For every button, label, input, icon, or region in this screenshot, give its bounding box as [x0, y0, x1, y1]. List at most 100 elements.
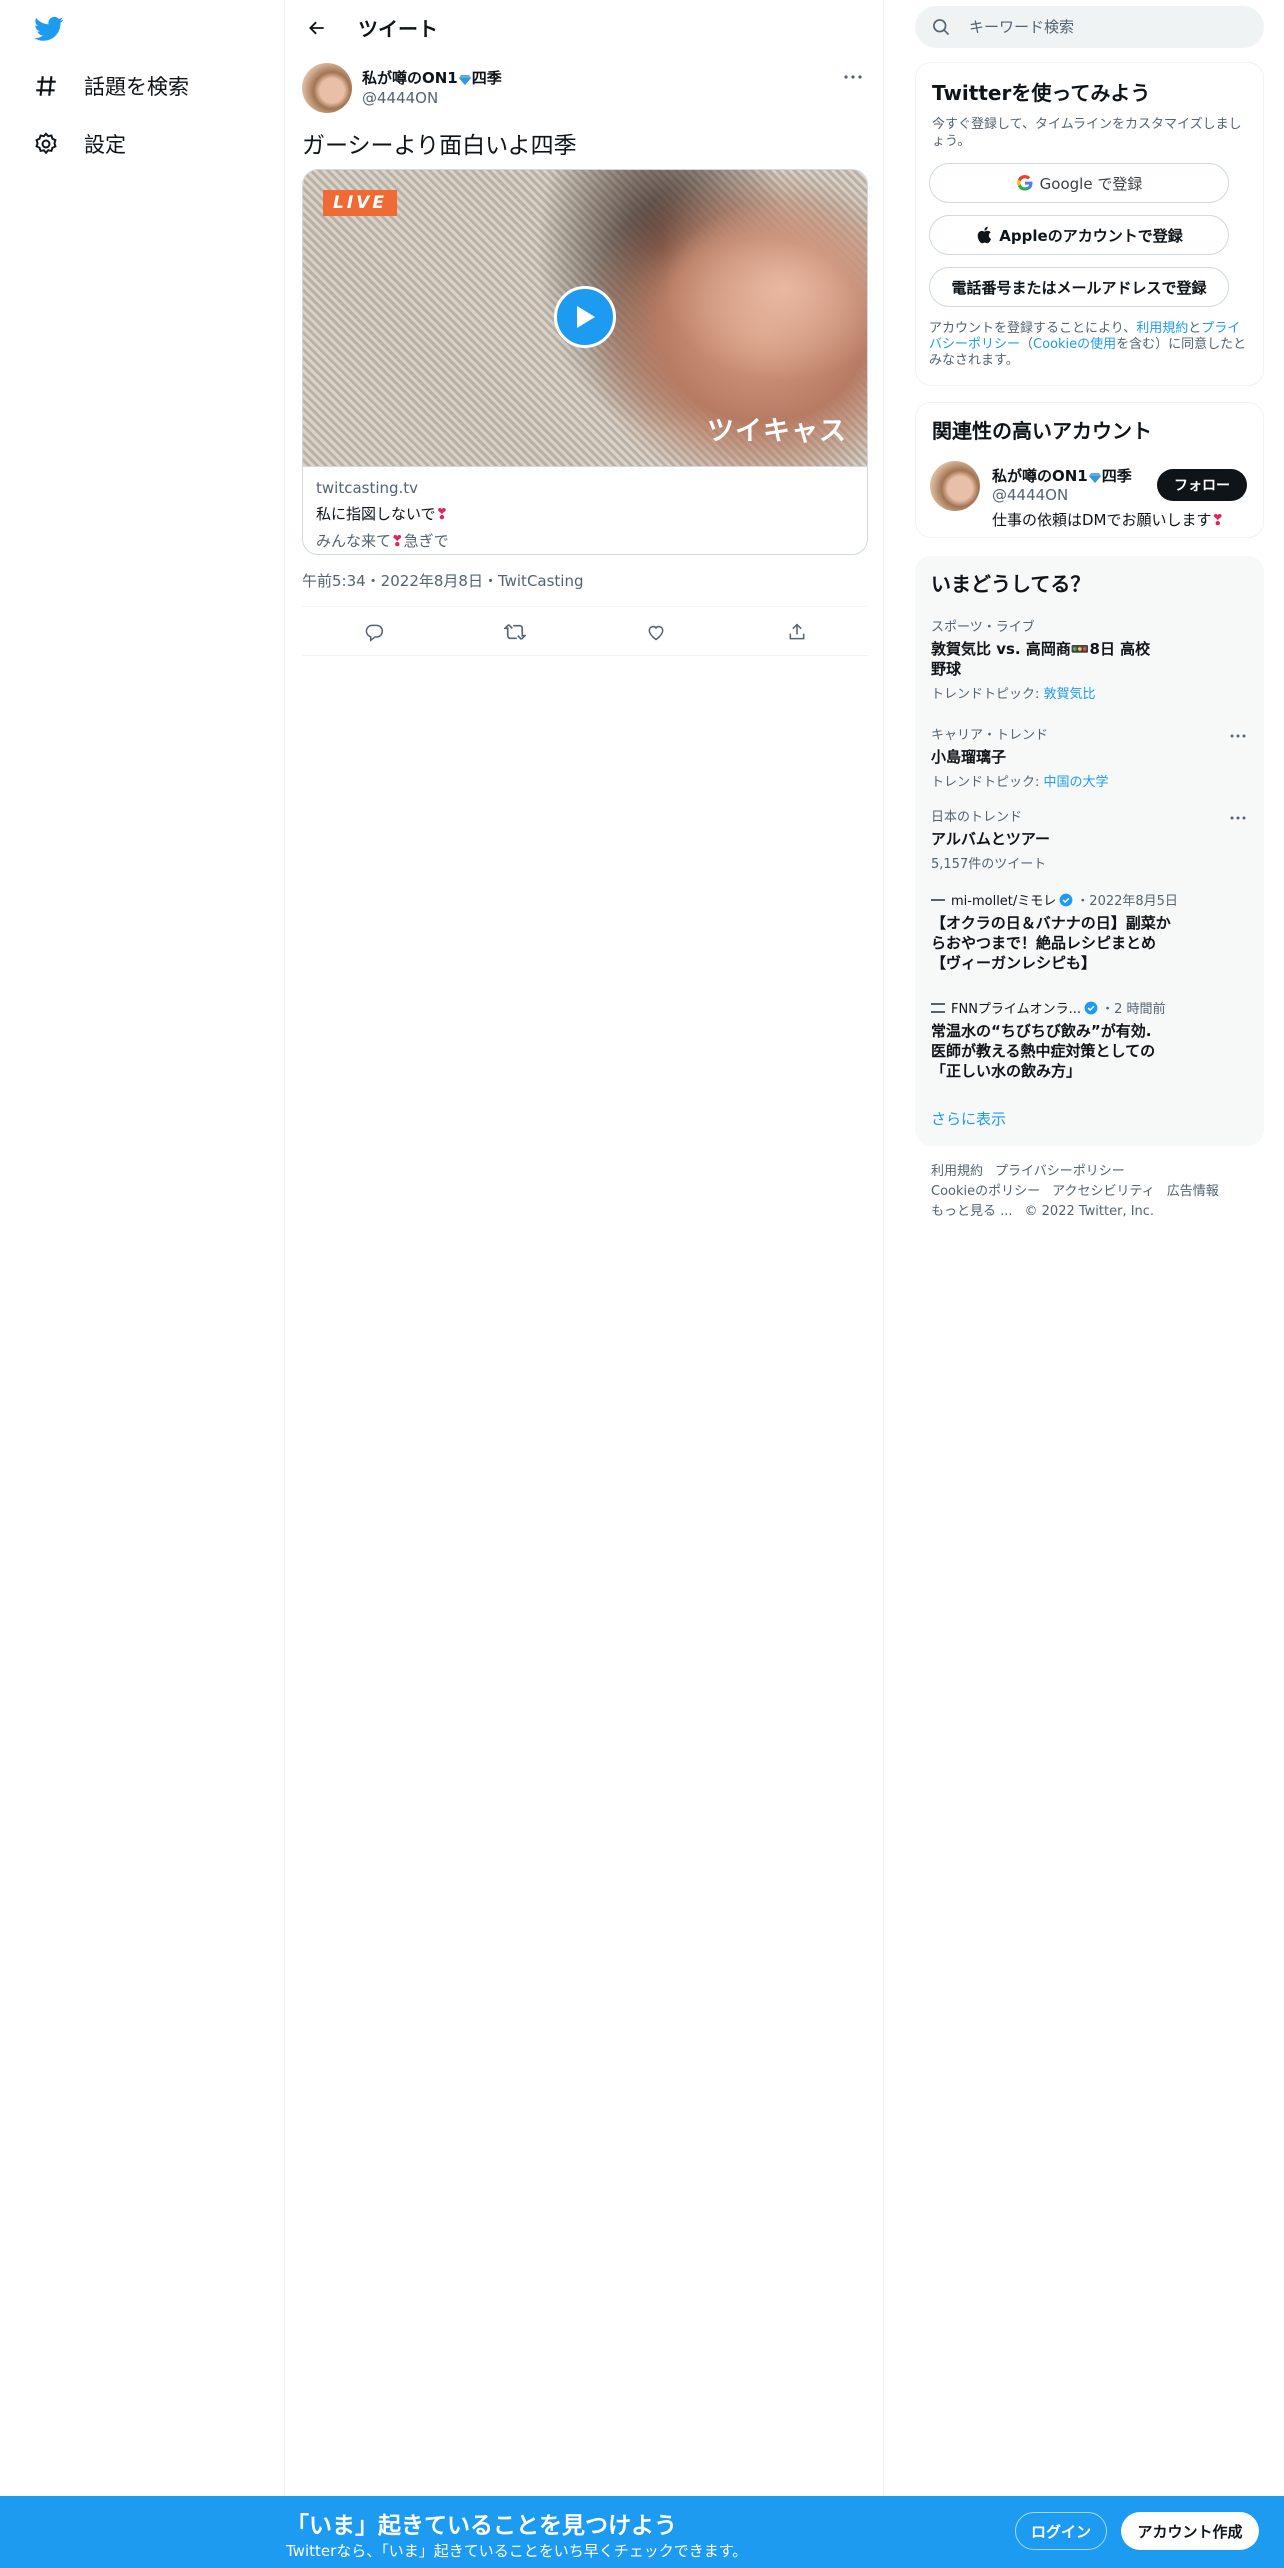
sidebar-item-explore[interactable]: 話題を検索: [32, 64, 189, 108]
search-input[interactable]: [969, 12, 1249, 42]
tweet-text: ガーシーより面白いよ四季: [302, 133, 577, 159]
trend-topic-link[interactable]: 中国の大学: [1044, 775, 1109, 790]
main-column: ツイート 私が噂のON1 四季 @4444ON ガーシーより面白いよ四季 LIV…: [286, 0, 884, 2496]
phone-email-signup-button[interactable]: 電話番号またはメールアドレスで登録: [929, 267, 1229, 307]
verified-badge-icon: [1084, 1001, 1098, 1015]
link-card[interactable]: LIVE ツイキャス twitcasting.tv 私に指図しないで❣ みんな来…: [302, 169, 868, 555]
more-options-icon[interactable]: [1226, 726, 1250, 746]
relevant-accounts-panel: 関連性の高いアカウント 私が噂のON1 四季 @4444ON 仕事の依頼はDMで…: [915, 402, 1264, 538]
google-icon: [1016, 174, 1034, 192]
signup-subtitle: 今すぐ登録して、タイムラインをカスタマイズしましょう。: [932, 117, 1242, 149]
news-source: mi-mollet/ミモレ ・2022年8月5日: [931, 890, 1251, 909]
play-icon[interactable]: [554, 286, 616, 348]
copyright: © 2022 Twitter, Inc.: [1024, 1204, 1155, 1219]
trend-topic-label: トレンドトピック:: [931, 687, 1044, 702]
legal-text-2: と: [1188, 321, 1202, 336]
source-logo-icon: [931, 898, 945, 901]
footer-link[interactable]: 広告情報: [1167, 1182, 1219, 1202]
signup-legal-text: アカウントを登録することにより、利用規約とプライバシーポリシー（Cookieの使…: [929, 321, 1249, 369]
tweet-timestamp[interactable]: 午前5:34・2022年8月8日・TwitCasting: [302, 570, 584, 591]
news-item[interactable]: mi-mollet/ミモレ ・2022年8月5日 【オクラの日＆バナナの日】副菜…: [931, 890, 1251, 973]
retweet-icon[interactable]: [498, 615, 532, 649]
footer-more-link[interactable]: もっと見る ...: [931, 1202, 1013, 1222]
follow-button[interactable]: フォロー: [1157, 469, 1247, 501]
google-signup-button[interactable]: Google で登録: [929, 163, 1229, 203]
live-badge: LIVE: [323, 190, 397, 216]
heart-emoji-icon: ❣: [391, 532, 404, 550]
share-icon[interactable]: [780, 615, 814, 649]
apple-icon: [975, 226, 993, 244]
apple-signup-button[interactable]: Appleのアカウントで登録: [929, 215, 1229, 255]
news-time: ・2022年8月5日: [1076, 894, 1178, 909]
relevant-title: 関連性の高いアカウント: [932, 419, 1152, 443]
footer-link[interactable]: アクセシビリティ: [1052, 1182, 1155, 1202]
footer-link[interactable]: 利用規約: [931, 1162, 983, 1182]
trend-item[interactable]: 日本のトレンド アルバムとツアー 5,157件のツイート: [931, 806, 1251, 872]
trend-topic-link[interactable]: 敦賀気比: [1044, 687, 1096, 702]
news-source: FNNプライムオンラ... ・2 時間前: [931, 998, 1251, 1017]
bottom-bar-subtitle: Twitterなら、「いま」起きていることをいち早くチェックできます。: [286, 2542, 748, 2560]
avatar[interactable]: [930, 461, 980, 511]
sidebar-item-settings[interactable]: 設定: [32, 122, 126, 166]
bottom-bar-title: 「いま」起きていることを見つけよう: [286, 2513, 677, 2539]
relevant-account-name[interactable]: 私が噂のON1 四季: [992, 465, 1132, 486]
trend-topic-label: トレンドトピック:: [931, 775, 1044, 790]
more-options-icon[interactable]: [837, 64, 869, 90]
twitcasting-logo: ツイキャス: [707, 416, 847, 447]
card-image[interactable]: LIVE ツイキャス: [303, 170, 867, 466]
back-arrow-icon[interactable]: [300, 11, 334, 45]
tweet-actions: [302, 606, 868, 656]
news-title: 【オクラの日＆バナナの日】副菜からおやつまで！絶品レシピまとめ【ヴィーガンレシピ…: [931, 914, 1171, 972]
heart-emoji-icon: ❣: [1211, 511, 1225, 529]
author-handle[interactable]: @4444ON: [362, 89, 438, 107]
twitter-bird-icon[interactable]: [32, 14, 66, 44]
search-box[interactable]: [915, 6, 1264, 48]
card-desc-after: 急ぎで: [403, 532, 449, 550]
relevant-account-bio: 仕事の依頼はDMでお願いします❣: [992, 509, 1224, 530]
gem-emoji-icon: [458, 72, 471, 85]
trend-context: スポーツ・ライブ: [931, 620, 1035, 635]
source-logo-icon: [931, 1002, 945, 1013]
relevant-name-text: 私が噂のON1: [992, 467, 1088, 485]
login-button[interactable]: ログイン: [1015, 2512, 1107, 2550]
card-desc-before: みんな来て: [316, 532, 392, 550]
trends-panel: いまどうしてる？ スポーツ・ライブ 敦賀気比 vs. 高岡商🚥8日 高校野球 ト…: [915, 556, 1264, 1146]
legal-text-3: （: [1020, 337, 1034, 352]
reply-icon[interactable]: [357, 615, 391, 649]
more-options-icon[interactable]: [1226, 808, 1250, 828]
author-name[interactable]: 私が噂のON1 四季: [362, 67, 502, 88]
card-title-text: 私に指図しないで: [316, 505, 436, 523]
author-name-suffix: 四季: [471, 69, 502, 87]
trend-topic: トレンドトピック: 敦賀気比: [931, 683, 1251, 702]
trends-title: いまどうしてる？: [931, 572, 1091, 596]
card-description: みんな来て❣急ぎで: [316, 530, 856, 551]
terms-link[interactable]: 利用規約: [1136, 321, 1188, 336]
search-icon: [931, 17, 951, 37]
gem-emoji-icon: [1088, 470, 1101, 483]
relevant-name-suffix: 四季: [1101, 467, 1132, 485]
signup-title: Twitterを使ってみよう: [932, 81, 1151, 105]
footer-links: 利用規約 プライバシーポリシー Cookieのポリシー アクセシビリティ 広告情報 も…: [931, 1162, 1251, 1222]
show-more-link[interactable]: さらに表示: [931, 1108, 1006, 1129]
create-account-button[interactable]: アカウント作成: [1121, 2512, 1259, 2550]
page-header: ツイート: [286, 0, 884, 54]
trend-title: 敦賀気比 vs. 高岡商🚥8日 高校野球: [931, 640, 1151, 678]
left-sidebar: 話題を検索 設定: [0, 0, 285, 2496]
trend-item[interactable]: スポーツ・ライブ 敦賀気比 vs. 高岡商🚥8日 高校野球 トレンドトピック: …: [931, 616, 1251, 702]
avatar[interactable]: [302, 63, 352, 113]
trend-item[interactable]: キャリア・トレンド 小島瑠璃子 トレンドトピック: 中国の大学: [931, 724, 1251, 790]
news-item[interactable]: FNNプライムオンラ... ・2 時間前 常温水の“ちびちび飲み”が有効. 医師…: [931, 998, 1251, 1081]
trend-title: アルバムとツアー: [931, 830, 1050, 848]
card-body[interactable]: twitcasting.tv 私に指図しないで❣ みんな来て❣急ぎで: [303, 466, 867, 554]
signup-panel: Twitterを使ってみよう 今すぐ登録して、タイムラインをカスタマイズしましょ…: [915, 62, 1264, 386]
relevant-bio-text: 仕事の依頼はDMでお願いします: [992, 511, 1212, 529]
relevant-account-handle[interactable]: @4444ON: [992, 486, 1068, 504]
card-domain: twitcasting.tv: [316, 479, 419, 497]
footer-link[interactable]: プライバシーポリシー: [995, 1162, 1125, 1182]
card-title: 私に指図しないで❣: [316, 503, 856, 524]
footer-link[interactable]: Cookieのポリシー: [931, 1182, 1040, 1202]
news-source-name: FNNプライムオンラ...: [951, 1002, 1082, 1017]
like-icon[interactable]: [639, 615, 673, 649]
page-title: ツイート: [358, 17, 438, 41]
cookie-link[interactable]: Cookieの使用: [1033, 337, 1116, 352]
